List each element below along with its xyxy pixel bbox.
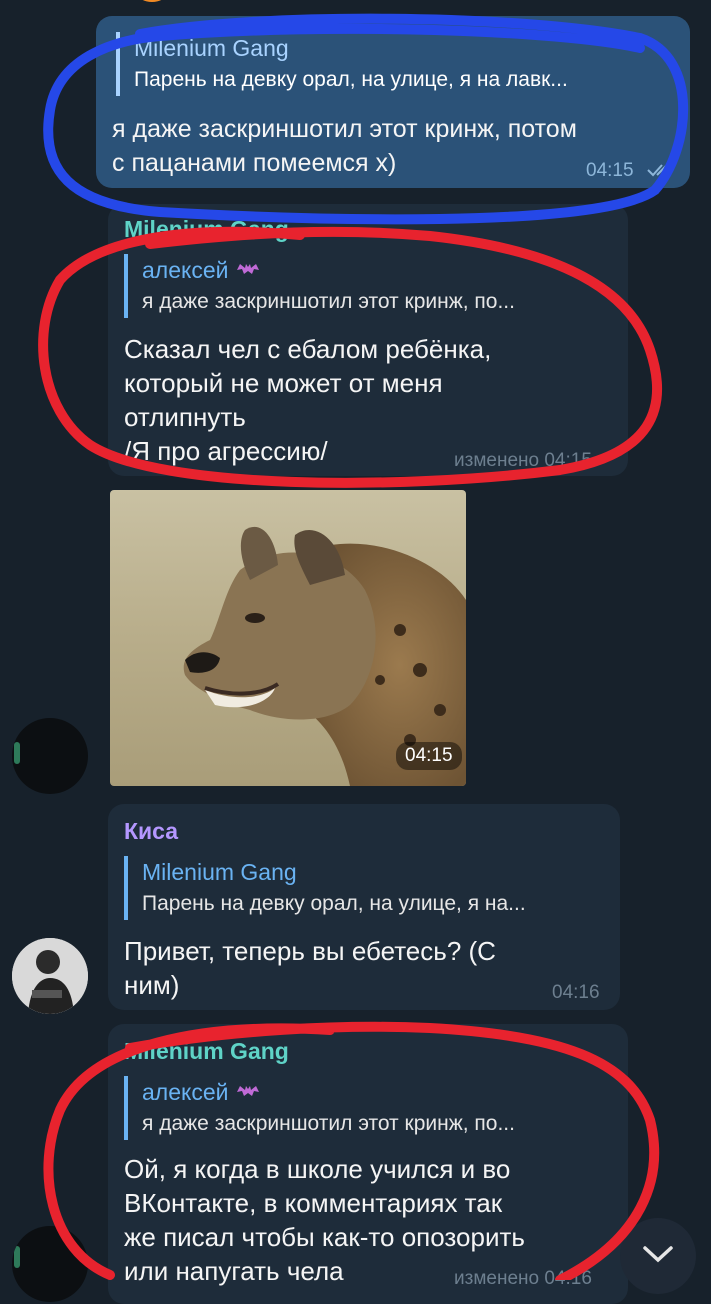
photo-message[interactable]: 04:15 <box>110 490 466 786</box>
avatar[interactable] <box>12 1226 88 1302</box>
reply-author: алексей <box>142 254 614 286</box>
incoming-message[interactable]: Milenium Gang алексей я даже заскриншоти… <box>108 204 628 476</box>
reply-author: Milenium Gang <box>134 35 289 61</box>
reply-quote[interactable]: Milenium Gang Парень на девку орал, на у… <box>116 32 676 96</box>
message-time: 04:15 <box>586 160 634 181</box>
photo-time-badge: 04:15 <box>396 742 462 770</box>
reply-quote[interactable]: алексей я даже заскриншотил этот кринж, … <box>124 1076 614 1140</box>
sender-name[interactable]: Milenium Gang <box>124 1038 289 1065</box>
reply-quote[interactable]: Milenium Gang Парень на девку орал, на у… <box>124 856 608 920</box>
message-time: изменено 04:15 <box>454 450 592 471</box>
reply-text: я даже заскриншотил этот кринж, по... <box>142 1112 515 1135</box>
top-indicator <box>138 0 166 2</box>
reply-quote[interactable]: алексей я даже заскриншотил этот кринж, … <box>124 254 614 318</box>
message-time: 04:16 <box>552 982 600 1003</box>
reply-author: алексей <box>142 1076 614 1108</box>
bat-emoji-icon <box>236 1078 260 1108</box>
reply-text: я даже заскриншотил этот кринж, по... <box>142 290 515 313</box>
reply-text: Парень на девку орал, на улице, я на... <box>142 892 526 915</box>
incoming-message[interactable]: Киса Milenium Gang Парень на девку орал,… <box>108 804 620 1010</box>
sender-name[interactable]: Киса <box>124 818 178 845</box>
chevron-down-icon <box>643 1246 673 1263</box>
bat-emoji-icon <box>236 256 260 286</box>
incoming-message[interactable]: Milenium Gang алексей я даже заскриншоти… <box>108 1024 628 1304</box>
message-time: изменено 04:16 <box>454 1268 592 1289</box>
scroll-down-button[interactable] <box>620 1218 696 1294</box>
message-text: Сказал чел с ебалом ребёнка, который не … <box>124 334 492 466</box>
avatar[interactable] <box>12 938 88 1014</box>
avatar[interactable] <box>12 718 88 794</box>
message-text: Привет, теперь вы ебетесь? (С ним) <box>124 936 496 1000</box>
reply-text: Парень на девку орал, на улице, я на лав… <box>134 68 568 91</box>
reply-author: Milenium Gang <box>142 859 297 885</box>
message-text: я даже заскриншотил этот кринж, потом с … <box>112 115 577 177</box>
sender-name[interactable]: Milenium Gang <box>124 216 289 243</box>
outgoing-message[interactable]: Milenium Gang Парень на девку орал, на у… <box>96 16 690 188</box>
double-check-icon <box>647 164 668 177</box>
